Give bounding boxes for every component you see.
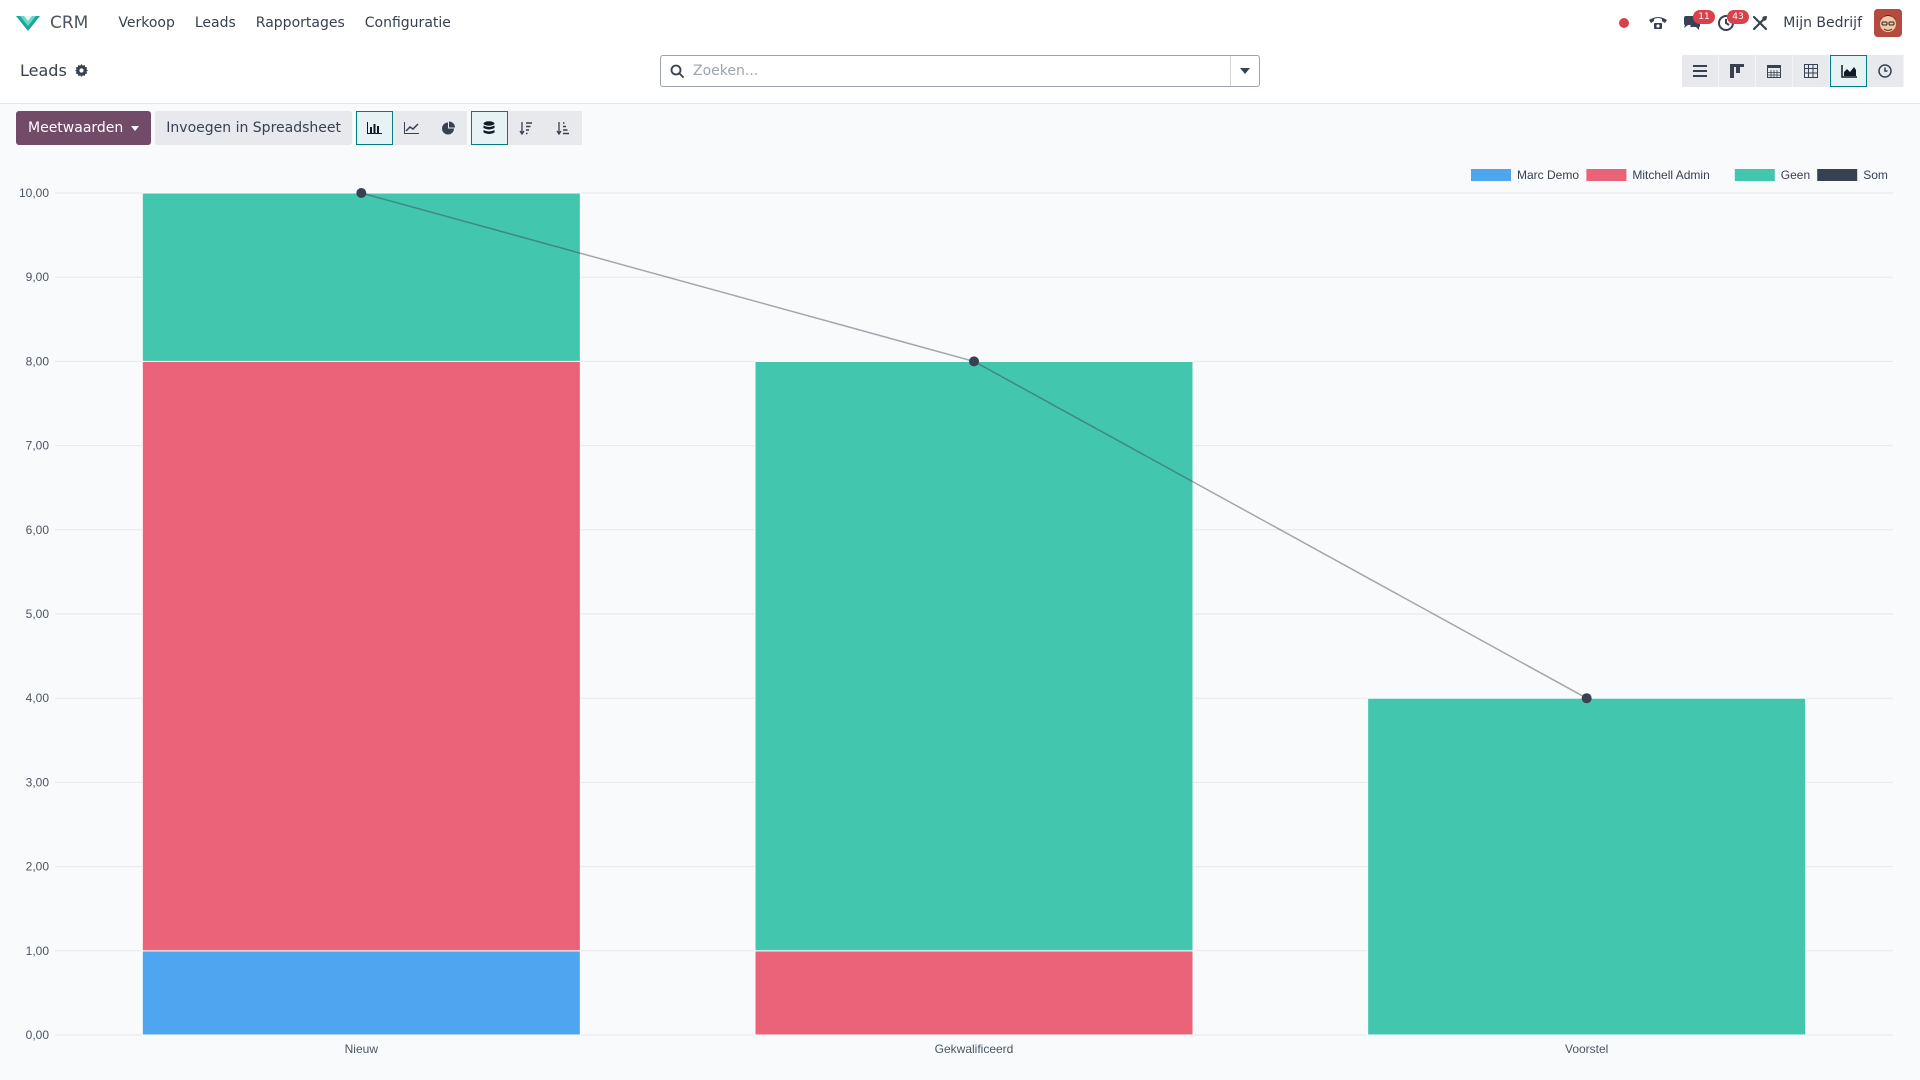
y-tick-label: 6,00 — [26, 523, 50, 537]
clock-icon — [1878, 64, 1892, 78]
app-logo[interactable]: CRM — [14, 13, 108, 33]
sort-ascending-button[interactable] — [544, 111, 582, 145]
stacked-bar-chart[interactable]: 0,00 1,00 2,00 3,00 4,00 5,00 6,00 7,00 8,00 9,00… — [0, 165, 1920, 1075]
graph-view-button[interactable] — [1830, 55, 1867, 87]
list-icon — [1693, 65, 1707, 77]
main-menu: Verkoop Leads Rapportages Configuratie — [108, 15, 461, 31]
y-tick-label: 0,00 — [26, 1028, 50, 1042]
chat-icon[interactable]: 11 — [1675, 0, 1715, 46]
phone-icon[interactable] — [1641, 0, 1675, 46]
calendar-icon — [1767, 65, 1781, 78]
search-bar — [660, 55, 1260, 87]
search-icon — [661, 64, 693, 78]
gear-icon[interactable] — [74, 64, 88, 77]
area-chart-icon — [1840, 64, 1857, 78]
legend-label: Mitchell Admin — [1632, 168, 1709, 182]
bar-segment[interactable] — [754, 360, 1194, 952]
recording-status-icon[interactable] — [1607, 0, 1641, 46]
y-tick-label: 3,00 — [26, 775, 50, 789]
bar-chart-button[interactable] — [355, 111, 393, 145]
y-tick-label: 10,00 — [19, 186, 49, 200]
crm-logo-icon — [16, 16, 40, 31]
tools-icon[interactable] — [1743, 0, 1777, 46]
stacked-toggle-button[interactable] — [470, 111, 508, 145]
legend-swatch[interactable] — [1734, 169, 1775, 181]
y-tick-label: 4,00 — [26, 691, 50, 705]
view-switcher — [1682, 55, 1904, 87]
activity-view-button[interactable] — [1867, 55, 1904, 87]
kanban-icon — [1730, 64, 1744, 78]
pivot-view-button[interactable] — [1793, 55, 1830, 87]
menu-item-verkoop[interactable]: Verkoop — [108, 15, 185, 31]
control-panel: Leads — [0, 46, 1920, 104]
bar-segment[interactable] — [754, 950, 1194, 1036]
chart-options-group — [470, 111, 582, 145]
y-tick-label: 7,00 — [26, 439, 50, 453]
list-view-button[interactable] — [1682, 55, 1719, 87]
y-tick-label: 2,00 — [26, 860, 50, 874]
page-title: Leads — [20, 61, 67, 80]
sum-point[interactable] — [356, 188, 367, 198]
sort-descending-icon — [519, 122, 533, 135]
graph-area: 0,00 1,00 2,00 3,00 4,00 5,00 6,00 7,00 8,00 9,00… — [0, 165, 1920, 1075]
legend-swatch[interactable] — [1817, 169, 1858, 181]
pie-chart-icon — [442, 121, 456, 135]
x-tick-label: Gekwalificeerd — [935, 1042, 1014, 1056]
bar-segment[interactable] — [141, 950, 581, 1036]
pivot-table-icon — [1804, 64, 1818, 78]
breadcrumb: Leads — [20, 61, 88, 80]
insert-in-spreadsheet-button[interactable]: Invoegen in Spreadsheet — [155, 111, 352, 145]
chevron-down-icon — [1240, 68, 1250, 74]
measures-label: Meetwaarden — [28, 120, 124, 136]
line-chart-button[interactable] — [392, 111, 430, 145]
legend-swatch[interactable] — [1471, 169, 1511, 181]
search-input[interactable] — [693, 57, 1230, 85]
calendar-view-button[interactable] — [1756, 55, 1793, 87]
sum-point[interactable] — [1581, 693, 1592, 704]
chart-type-group — [355, 111, 467, 145]
pie-chart-button[interactable] — [429, 111, 467, 145]
caret-down-icon — [131, 125, 140, 131]
kanban-view-button[interactable] — [1719, 55, 1756, 87]
x-tick-label: Voorstel — [1565, 1042, 1608, 1056]
sum-point[interactable] — [969, 356, 979, 367]
activity-clock-icon[interactable]: 43 — [1709, 0, 1749, 46]
sort-ascending-icon — [556, 122, 570, 135]
legend-label: Marc Demo — [1517, 168, 1579, 182]
bar-chart-icon — [366, 122, 382, 134]
x-tick-label: Nieuw — [345, 1042, 379, 1056]
user-avatar[interactable] — [1874, 9, 1902, 37]
graph-toolbar: Meetwaarden Invoegen in Spreadsheet — [16, 111, 582, 145]
top-navbar: CRM Verkoop Leads Rapportages Configurat… — [0, 0, 1920, 46]
app-name[interactable]: CRM — [50, 13, 88, 33]
legend-swatch[interactable] — [1586, 169, 1627, 181]
bar-segment[interactable] — [141, 360, 581, 952]
bar-segment[interactable] — [141, 192, 581, 362]
y-tick-label: 8,00 — [26, 354, 50, 368]
systray: 11 43 Mijn Bedrijf — [1607, 0, 1920, 46]
y-tick-label: 1,00 — [26, 944, 50, 958]
menu-item-leads[interactable]: Leads — [185, 15, 246, 31]
menu-item-configuratie[interactable]: Configuratie — [355, 15, 461, 31]
line-chart-icon — [403, 122, 419, 134]
company-switcher[interactable]: Mijn Bedrijf — [1783, 15, 1862, 31]
legend-label: Som — [1863, 168, 1888, 182]
search-options-toggle[interactable] — [1230, 56, 1259, 86]
measures-dropdown-button[interactable]: Meetwaarden — [16, 111, 152, 145]
y-tick-label: 5,00 — [26, 607, 50, 621]
database-stack-icon — [483, 121, 495, 134]
bar-segment[interactable] — [1367, 697, 1807, 1036]
y-tick-label: 9,00 — [26, 270, 50, 284]
legend-label: Geen — [1781, 168, 1810, 182]
sort-descending-button[interactable] — [507, 111, 545, 145]
menu-item-rapportages[interactable]: Rapportages — [246, 15, 355, 31]
